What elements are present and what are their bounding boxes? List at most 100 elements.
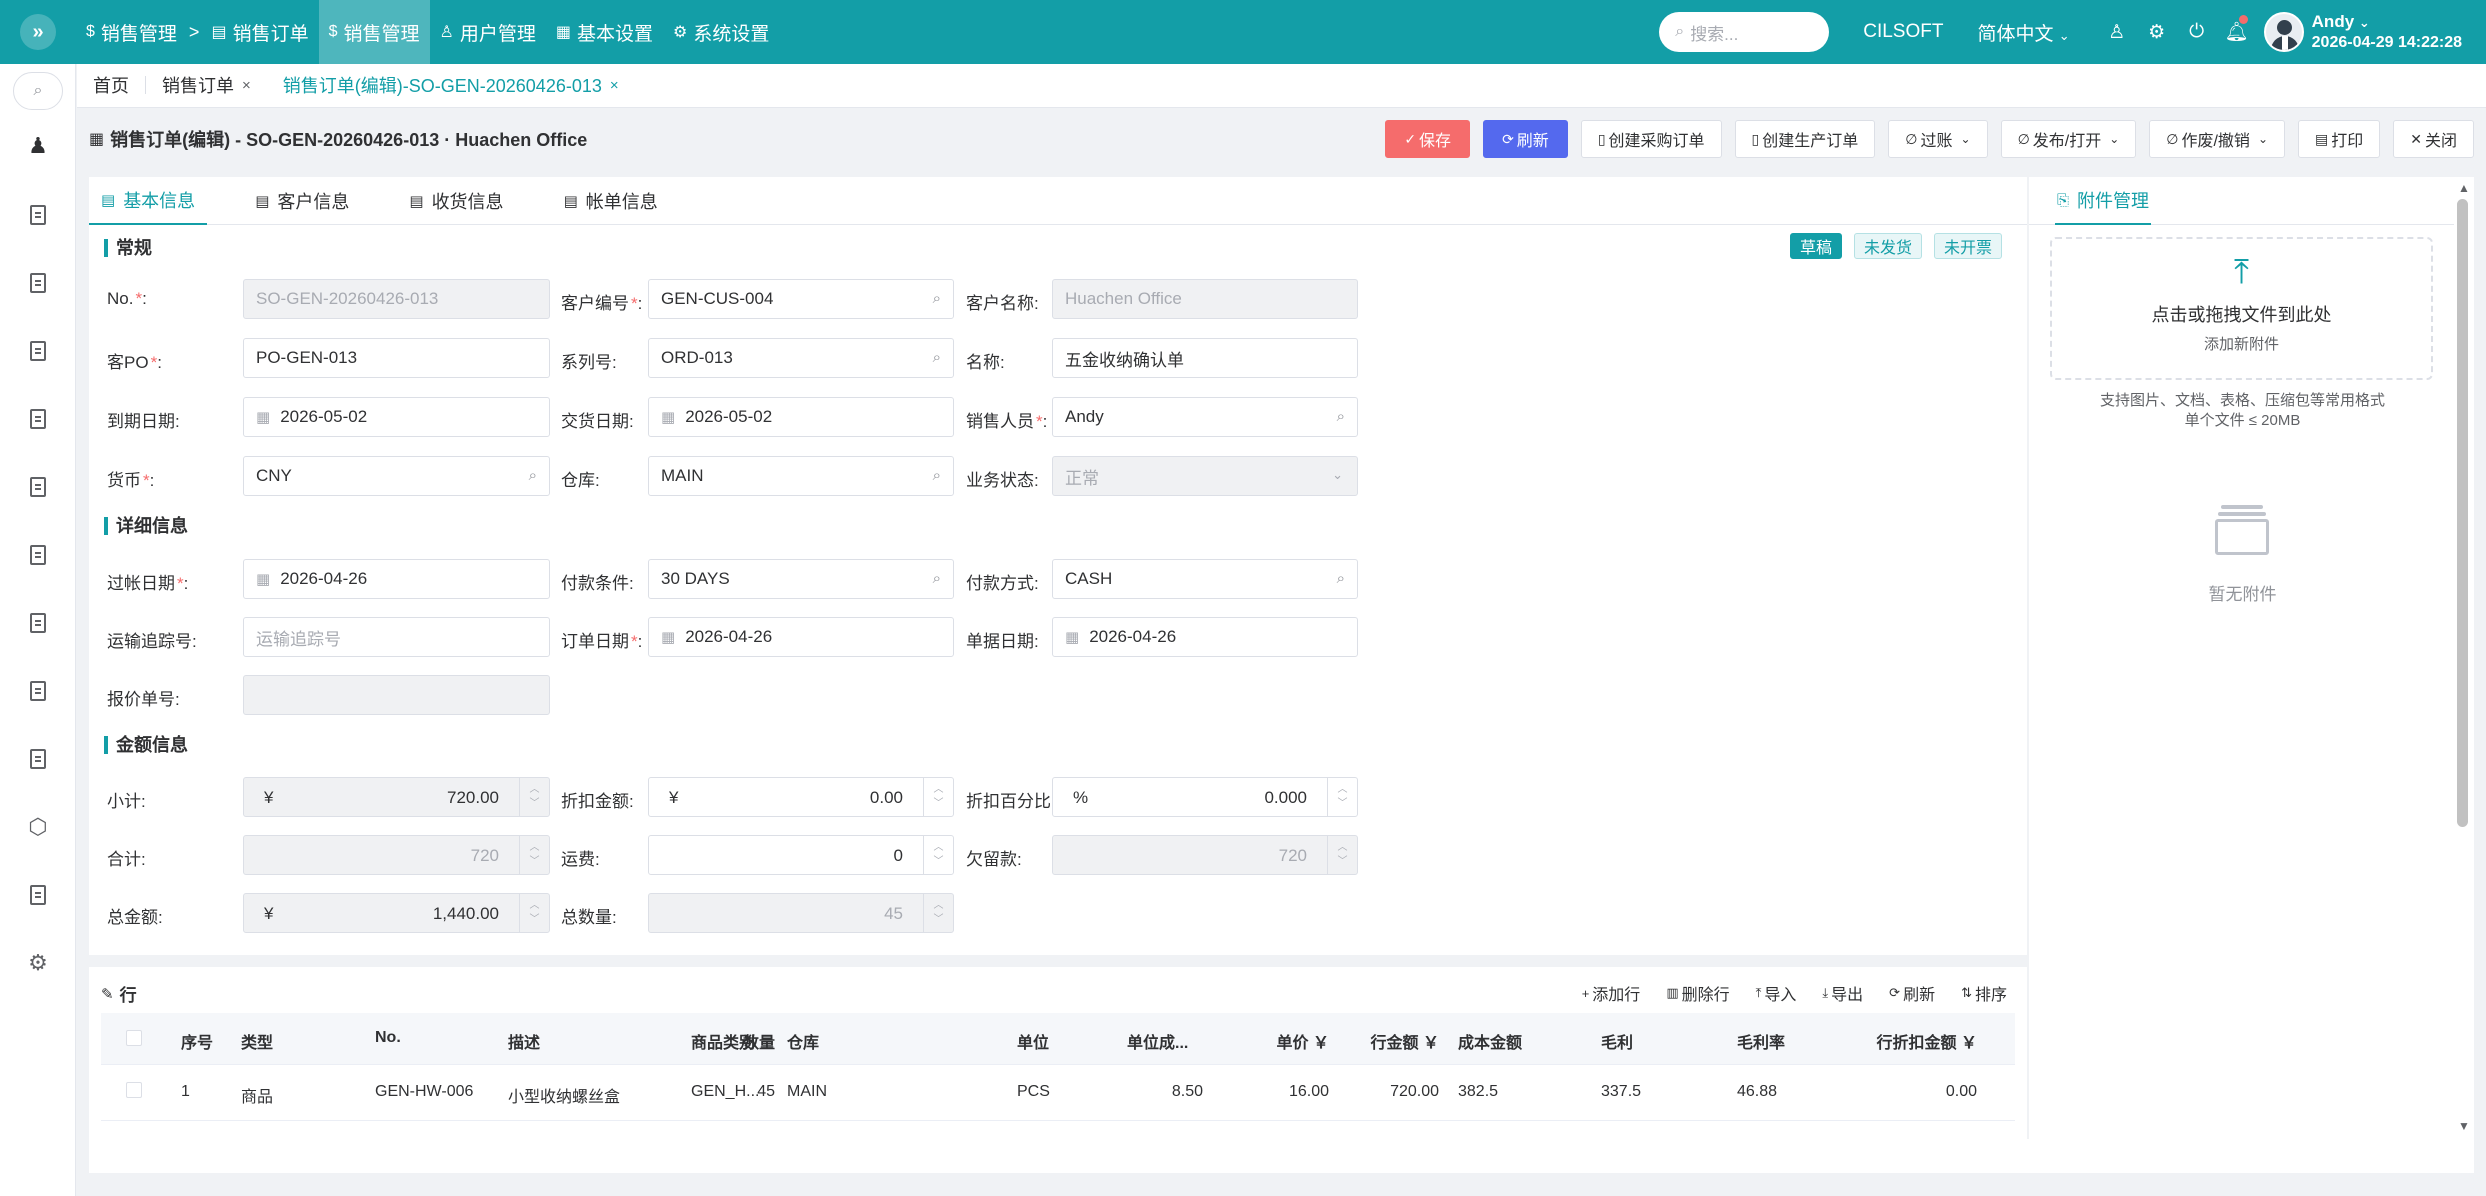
language-select[interactable]: 简体中文 ⌄ xyxy=(1977,19,2069,46)
stepper-control[interactable]: ︿ ﹀ xyxy=(1327,778,1357,816)
sidebar-document-icon[interactable] xyxy=(22,199,54,231)
tab-sales-order[interactable]: 销售订单 × xyxy=(146,63,267,107)
tab-customer-info[interactable]: ▤ 客户信息 xyxy=(243,177,361,225)
total-qty-field[interactable]: 45 ︿ ﹀ xyxy=(648,893,954,933)
upload-dropzone[interactable]: ⤒ 点击或拖拽文件到此处 添加新附件 xyxy=(2050,237,2433,380)
stepper-control[interactable]: ︿ ﹀ xyxy=(519,894,549,932)
search-icon[interactable]: ⌕ xyxy=(933,290,941,307)
breadcrumb-sales-management[interactable]: $ 销售管理 xyxy=(76,0,187,64)
customer-name-field[interactable]: Huachen Office xyxy=(1052,279,1358,319)
sidebar-document-icon[interactable] xyxy=(22,267,54,299)
nav-user-management[interactable]: ♙ 用户管理 xyxy=(430,0,546,64)
payment-method-field[interactable]: CASH ⌕ xyxy=(1052,559,1358,599)
order-date-picker[interactable]: ▦ 2026-04-26 xyxy=(648,617,954,657)
column-header[interactable]: 描述 xyxy=(508,1029,540,1053)
close-button[interactable]: ✕ 关闭 xyxy=(2393,120,2474,158)
refresh-lines-button[interactable]: ⟳ 刷新 xyxy=(1889,981,1935,1005)
column-header[interactable]: 成本金额 xyxy=(1458,1029,1522,1053)
nav-basic-settings[interactable]: ▦ 基本设置 xyxy=(546,0,663,64)
user-menu[interactable]: Andy ⌄ 2026-04-29 14:22:28 xyxy=(2312,12,2462,53)
post-dropdown-button[interactable]: ∅ 过账 ⌄ xyxy=(1888,120,1988,158)
column-header[interactable]: 序号 xyxy=(181,1029,213,1053)
arrears-field[interactable]: 720 ︿ ﹀ xyxy=(1052,835,1358,875)
select-all-checkbox[interactable] xyxy=(126,1030,142,1046)
avatar[interactable] xyxy=(2263,12,2304,52)
refresh-button[interactable]: ⟳ 刷新 xyxy=(1483,120,1568,158)
order-no-field[interactable]: SO-GEN-20260426-013 xyxy=(243,279,550,319)
column-header[interactable]: 数量 xyxy=(743,1029,775,1053)
tab-billing-info[interactable]: ▤ 帐单信息 xyxy=(552,177,670,225)
sidebar-user-icon[interactable]: ♟ xyxy=(22,130,54,162)
column-header[interactable]: No. xyxy=(375,1029,401,1047)
search-icon[interactable]: ⌕ xyxy=(529,467,537,484)
delete-row-button[interactable]: ▥ 删除行 xyxy=(1666,981,1729,1005)
search-icon[interactable]: ⌕ xyxy=(933,467,941,484)
search-icon[interactable]: ⌕ xyxy=(933,349,941,366)
scroll-up-icon[interactable]: ▲ xyxy=(2458,181,2470,195)
column-header[interactable]: 毛利 xyxy=(1601,1029,1633,1053)
add-row-button[interactable]: + 添加行 xyxy=(1582,981,1641,1005)
create-purchase-order-button[interactable]: ▯ 创建采购订单 xyxy=(1580,120,1722,158)
salesperson-field[interactable]: Andy ⌕ xyxy=(1052,397,1358,437)
user-icon[interactable]: ♙ xyxy=(2104,21,2130,44)
sidebar-document-icon[interactable] xyxy=(22,675,54,707)
series-no-field[interactable]: ORD-013 ⌕ xyxy=(648,338,954,378)
column-header[interactable]: 单位成... xyxy=(1127,1029,1188,1053)
doc-date-picker[interactable]: ▦ 2026-04-26 xyxy=(1052,617,1358,657)
column-header[interactable]: 类型 xyxy=(241,1029,273,1053)
sidebar-document-icon[interactable] xyxy=(22,879,54,911)
due-date-picker[interactable]: ▦ 2026-05-02 xyxy=(243,397,550,437)
tracking-no-input[interactable]: 运输追踪号 xyxy=(243,617,550,657)
column-header[interactable]: 单价 ￥ xyxy=(1277,1029,1329,1053)
stepper-control[interactable]: ︿ ﹀ xyxy=(519,836,549,874)
page-scrollbar[interactable]: ▲ ▼ xyxy=(2454,177,2474,1139)
tab-shipping-info[interactable]: ▤ 收货信息 xyxy=(397,177,515,225)
publish-open-dropdown-button[interactable]: ∅ 发布/打开 ⌄ xyxy=(2000,120,2137,158)
sort-button[interactable]: ⇅ 排序 xyxy=(1961,981,2007,1005)
sidebar-document-icon[interactable] xyxy=(22,335,54,367)
customer-po-field[interactable]: PO-GEN-013 xyxy=(243,338,550,378)
tab-home[interactable]: 首页 xyxy=(77,63,145,107)
save-button[interactable]: ✓ 保存 xyxy=(1385,120,1471,158)
sidebar-document-icon[interactable] xyxy=(22,607,54,639)
posting-date-picker[interactable]: ▦ 2026-04-26 xyxy=(243,559,550,599)
sidebar-search-button[interactable]: ⌕ xyxy=(13,72,63,110)
subtotal-field[interactable]: ¥720.00 ︿ ﹀ xyxy=(243,777,550,817)
column-header[interactable]: 仓库 xyxy=(787,1029,819,1053)
print-button[interactable]: ▤ 打印 xyxy=(2298,120,2381,158)
customer-code-field[interactable]: GEN-CUS-004 ⌕ xyxy=(648,279,954,319)
discount-percent-stepper[interactable]: % 0.000 ︿ ﹀ xyxy=(1052,777,1358,817)
column-header[interactable]: 单位 xyxy=(1017,1029,1049,1053)
breadcrumb-sales-order[interactable]: ▤ 销售订单 xyxy=(201,0,318,64)
close-icon[interactable]: × xyxy=(242,77,251,94)
theme-icon[interactable]: ⚙ xyxy=(2144,21,2170,44)
name-field[interactable]: 五金收纳确认单 xyxy=(1052,338,1358,378)
delivery-date-picker[interactable]: ▦ 2026-05-02 xyxy=(648,397,954,437)
void-revoke-dropdown-button[interactable]: ∅ 作废/撤销 ⌄ xyxy=(2149,120,2285,158)
close-icon[interactable]: × xyxy=(610,77,619,94)
power-icon[interactable]: ⏻ xyxy=(2184,21,2210,43)
warehouse-field[interactable]: MAIN ⌕ xyxy=(648,456,954,496)
total-field[interactable]: 720 ︿ ﹀ xyxy=(243,835,550,875)
stepper-control[interactable]: ︿ ﹀ xyxy=(519,778,549,816)
sidebar-document-icon[interactable] xyxy=(22,743,54,775)
nav-sales-management[interactable]: $ 销售管理 xyxy=(318,0,430,64)
stepper-control[interactable]: ︿ ﹀ xyxy=(923,894,953,932)
tab-attachments[interactable]: ⎘ 附件管理 xyxy=(2055,177,2152,225)
search-icon[interactable]: ⌕ xyxy=(1337,570,1345,587)
grand-total-field[interactable]: ¥1,440.00 ︿ ﹀ xyxy=(243,893,550,933)
sidebar-document-icon[interactable] xyxy=(22,471,54,503)
sidebar-document-icon[interactable] xyxy=(22,403,54,435)
global-search-input[interactable]: ⌕ 搜索... xyxy=(1659,12,1830,52)
company-name[interactable]: CILSOFT xyxy=(1863,21,1943,43)
discount-amount-stepper[interactable]: ¥0.00 ︿ ﹀ xyxy=(648,777,954,817)
search-icon[interactable]: ⌕ xyxy=(933,570,941,587)
freight-stepper[interactable]: 0 ︿ ﹀ xyxy=(648,835,954,875)
table-row[interactable]: 1 商品 GEN-HW-006 小型收纳螺丝盒 GEN_H... MAIN 45… xyxy=(101,1065,2015,1121)
quote-no-field[interactable] xyxy=(243,675,550,715)
sidebar-gear-icon[interactable]: ⚙ xyxy=(22,947,54,979)
currency-field[interactable]: CNY ⌕ xyxy=(243,456,550,496)
row-checkbox[interactable] xyxy=(126,1082,142,1098)
sidebar-document-icon[interactable] xyxy=(22,539,54,571)
column-header[interactable]: 行折扣金额 ￥ xyxy=(1877,1029,1977,1053)
